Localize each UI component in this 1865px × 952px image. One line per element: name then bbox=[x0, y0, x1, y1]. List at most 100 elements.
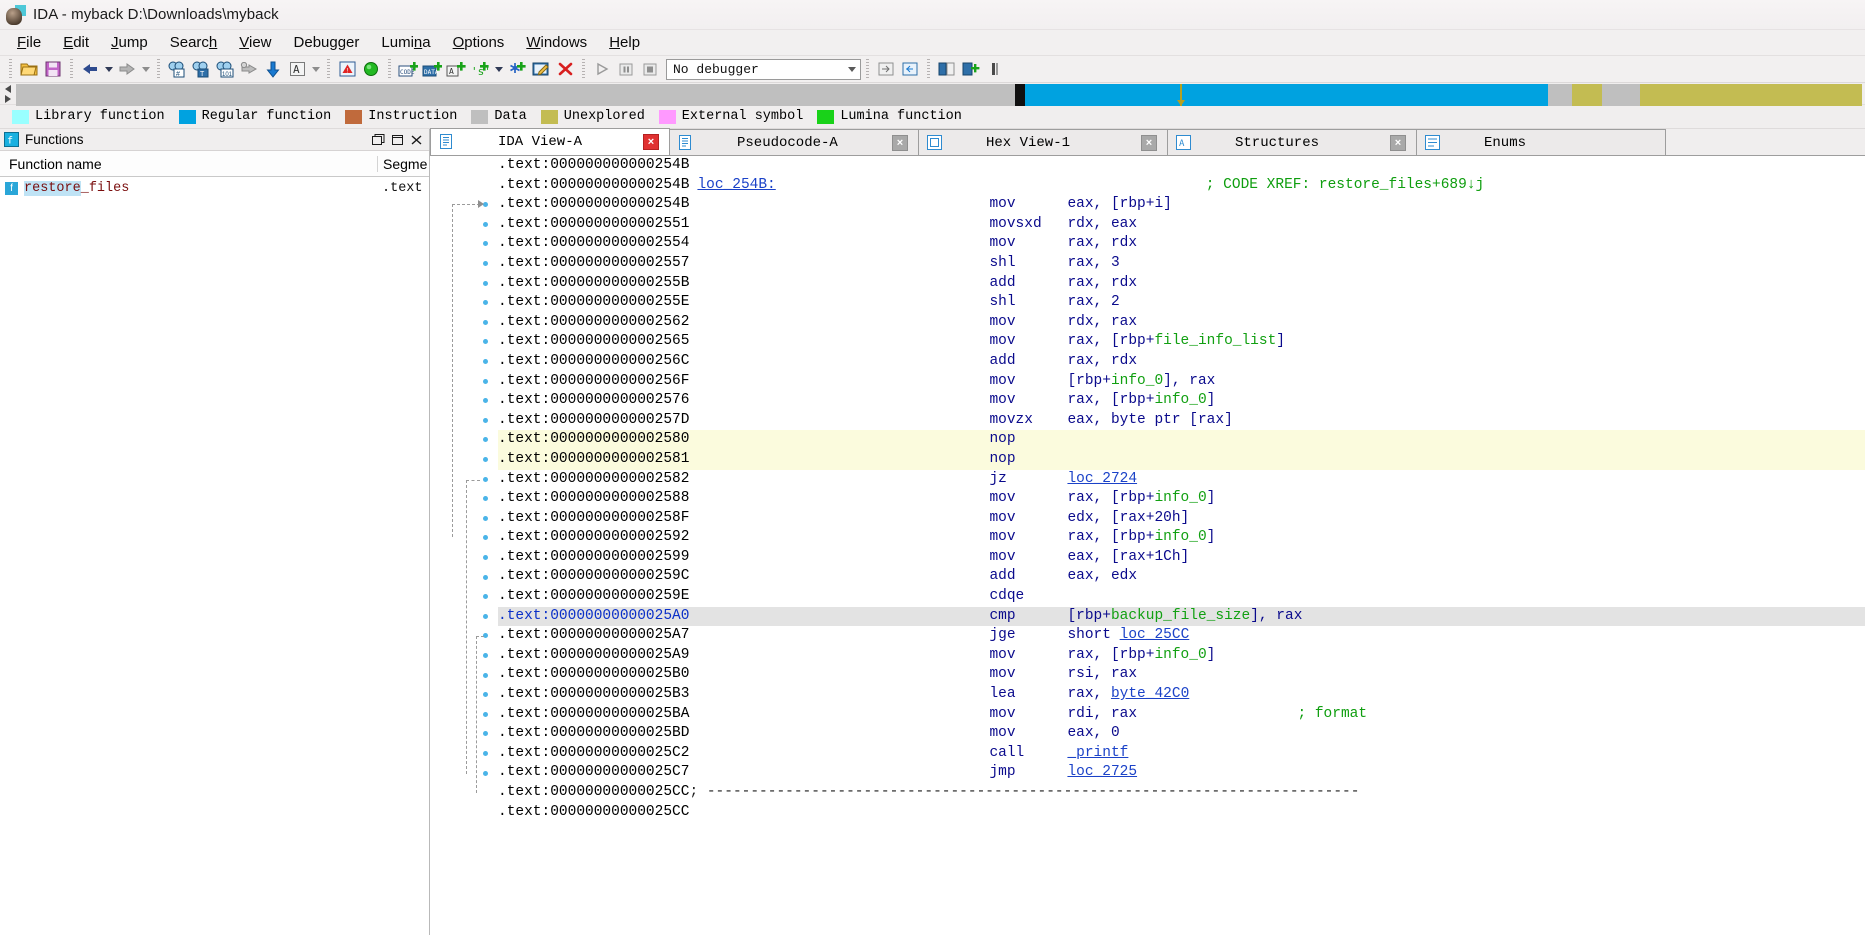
operands[interactable]: edx, [rax+20h] bbox=[1067, 509, 1189, 529]
open-subviews-icon[interactable] bbox=[936, 59, 958, 80]
navband-arrows[interactable] bbox=[0, 83, 16, 104]
navband-segment-7[interactable] bbox=[1601, 84, 1641, 106]
operands[interactable]: rdx, rax bbox=[1067, 313, 1137, 333]
operands[interactable]: eax, edx bbox=[1067, 567, 1137, 587]
navband-strip[interactable] bbox=[16, 84, 1863, 106]
disassembly-line[interactable]: .text:000000000000256C add rax, rdx bbox=[498, 352, 1865, 372]
navband-segment-0[interactable] bbox=[16, 84, 593, 106]
operands[interactable]: rax, [rbp+info_0] bbox=[1067, 489, 1215, 509]
mark-position-icon[interactable] bbox=[984, 59, 1006, 80]
operands[interactable]: _printf bbox=[1067, 744, 1128, 764]
disassembly-lines[interactable]: .text:000000000000254B .text:000000000000… bbox=[498, 156, 1865, 935]
debugger-run-icon[interactable] bbox=[591, 59, 613, 80]
tab-structures[interactable]: A Structures × bbox=[1167, 129, 1417, 155]
make-array-icon[interactable]: A bbox=[445, 59, 467, 80]
disassembly-view[interactable]: .text:000000000000254B .text:000000000000… bbox=[430, 156, 1865, 935]
functions-table-header[interactable]: Function name Segme bbox=[0, 151, 429, 177]
code-reference-link[interactable]: loc_2725 bbox=[1067, 764, 1137, 780]
disassembly-line[interactable]: .text:0000000000002565 mov rax, [rbp+file_… bbox=[498, 332, 1865, 352]
operands[interactable]: rax, [rbp+info_0] bbox=[1067, 646, 1215, 666]
operands[interactable]: eax, 0 bbox=[1067, 724, 1119, 744]
disassembly-line[interactable]: .text:0000000000002592 mov rax, [rbp+info_… bbox=[498, 528, 1865, 548]
operands[interactable]: eax, [rbp+i] bbox=[1067, 195, 1171, 215]
disassembly-line[interactable]: .text:000000000000257D movzx eax, byte ptr… bbox=[498, 411, 1865, 431]
menu-windows[interactable]: Windows bbox=[515, 32, 598, 53]
operands[interactable]: rax, [rbp+file_info_list] bbox=[1067, 332, 1285, 352]
disassembly-line[interactable]: .text:00000000000025BD mov eax, 0 bbox=[498, 724, 1865, 744]
debugger-pause-icon[interactable] bbox=[615, 59, 637, 80]
disassembly-line[interactable]: .text:0000000000002580 nop bbox=[498, 430, 1865, 450]
edit-function-icon[interactable] bbox=[530, 59, 552, 80]
menu-help[interactable]: Help bbox=[598, 32, 651, 53]
operands[interactable]: rax, [rbp+info_0] bbox=[1067, 528, 1215, 548]
disassembly-line[interactable]: .text:000000000000254B mov eax, [rbp+i] bbox=[498, 195, 1865, 215]
column-header-segment[interactable]: Segme bbox=[377, 155, 429, 172]
jump-back-dropdown-icon[interactable] bbox=[102, 59, 115, 80]
menu-file[interactable]: File bbox=[6, 32, 52, 53]
tab-pseudocode-a[interactable]: Pseudocode-A × bbox=[669, 129, 919, 155]
operands[interactable]: short loc_25CC bbox=[1067, 626, 1189, 646]
disassembly-line[interactable]: .text:00000000000025C7 jmp loc_2725 bbox=[498, 763, 1865, 783]
navband-segment-6[interactable] bbox=[1572, 84, 1602, 106]
disassembly-line[interactable]: .text:000000000000259C add eax, edx bbox=[498, 567, 1865, 587]
disassembly-line[interactable]: .text:00000000000025CC ; ---------------… bbox=[498, 783, 1865, 803]
search-sequence-icon[interactable]: 101 bbox=[214, 59, 236, 80]
code-label[interactable]: loc_254B: bbox=[697, 176, 775, 196]
operands[interactable]: rdx, eax bbox=[1067, 215, 1137, 235]
code-reference-link[interactable]: loc_25CC bbox=[1120, 627, 1190, 643]
disassembly-line[interactable]: .text:000000000000254B loc_254B: ; CODE XR… bbox=[498, 176, 1865, 196]
disassembly-line[interactable]: .text:0000000000002582 jz loc_2724 bbox=[498, 470, 1865, 490]
operands[interactable]: rax, rdx bbox=[1067, 352, 1137, 372]
disassembly-line[interactable]: .text:000000000000259E cdqe bbox=[498, 587, 1865, 607]
tab-close-icon[interactable]: × bbox=[1390, 134, 1406, 151]
navband-left-arrow-icon[interactable] bbox=[5, 84, 11, 93]
code-reference-link[interactable]: loc_2724 bbox=[1067, 471, 1137, 487]
disassembly-line[interactable]: .text:00000000000025CC bbox=[498, 803, 1865, 823]
make-string-icon[interactable]: 's' bbox=[469, 59, 491, 80]
detach-process-icon[interactable] bbox=[875, 59, 897, 80]
operands[interactable]: rax, rdx bbox=[1067, 234, 1137, 254]
tab-close-icon[interactable]: × bbox=[1141, 134, 1157, 151]
menu-search[interactable]: Search bbox=[159, 32, 229, 53]
menu-debugger[interactable]: Debugger bbox=[283, 32, 371, 53]
navigation-band[interactable] bbox=[0, 83, 1865, 106]
disassembly-line[interactable]: .text:000000000000255E shl rax, 2 bbox=[498, 293, 1865, 313]
make-string-dropdown-icon[interactable] bbox=[492, 59, 505, 80]
disassembly-line[interactable]: .text:0000000000002599 mov eax, [rax+1Ch] bbox=[498, 548, 1865, 568]
disassembly-line[interactable]: .text:00000000000025B0 mov rsi, rax bbox=[498, 665, 1865, 685]
navband-segment-5[interactable] bbox=[1548, 84, 1573, 106]
jump-forward-icon[interactable] bbox=[116, 59, 138, 80]
close-icon[interactable] bbox=[407, 131, 426, 149]
navband-segment-1[interactable] bbox=[592, 84, 1016, 106]
disassembly-line[interactable]: .text:00000000000025B3 lea rax, byte_42C0 bbox=[498, 685, 1865, 705]
disassembly-line[interactable]: .text:0000000000002557 shl rax, 3 bbox=[498, 254, 1865, 274]
tab-hex-view-1[interactable]: Hex View-1 × bbox=[918, 129, 1168, 155]
disassembly-line[interactable]: .text:0000000000002554 mov rax, rdx bbox=[498, 234, 1865, 254]
operands[interactable]: rax, 2 bbox=[1067, 293, 1119, 313]
column-header-function-name[interactable]: Function name bbox=[0, 156, 377, 172]
jump-xref-icon[interactable] bbox=[238, 59, 260, 80]
operands[interactable]: eax, [rax+1Ch] bbox=[1067, 548, 1189, 568]
open-file-icon[interactable] bbox=[18, 59, 40, 80]
disassembly-line[interactable]: .text:00000000000025A0 cmp [rbp+backup_fil… bbox=[498, 606, 1865, 627]
jump-forward-dropdown-icon[interactable] bbox=[139, 59, 152, 80]
operands[interactable]: loc_2724 bbox=[1067, 470, 1137, 490]
jump-to-address-icon[interactable] bbox=[262, 59, 284, 80]
navband-segment-8[interactable] bbox=[1640, 84, 1862, 106]
menu-options[interactable]: Options bbox=[442, 32, 516, 53]
debugger-stop-icon[interactable] bbox=[639, 59, 661, 80]
disassembly-line[interactable]: .text:0000000000002581 nop bbox=[498, 449, 1865, 470]
disassembly-line[interactable]: .text:0000000000002562 mov rdx, rax bbox=[498, 313, 1865, 333]
operands[interactable]: rdi, rax bbox=[1067, 705, 1137, 725]
navband-right-arrow-icon[interactable] bbox=[5, 94, 11, 103]
jump-back-icon[interactable] bbox=[79, 59, 101, 80]
operands[interactable]: loc_2725 bbox=[1067, 763, 1137, 783]
debugger-select[interactable]: No debugger bbox=[666, 58, 861, 80]
disassembly-line[interactable]: .text:000000000000256F mov [rbp+info_0], r… bbox=[498, 372, 1865, 392]
restore-icon[interactable] bbox=[369, 131, 388, 149]
disassembly-line[interactable]: .text:00000000000025A7 jge short loc_25CC bbox=[498, 626, 1865, 646]
function-name-cell[interactable]: f restore_files bbox=[0, 180, 377, 196]
disassembly-line[interactable]: .text:0000000000002588 mov rax, [rbp+info_… bbox=[498, 489, 1865, 509]
disassembly-line[interactable]: .text:0000000000002551 movsxd rdx, eax bbox=[498, 215, 1865, 235]
maximize-icon[interactable] bbox=[388, 131, 407, 149]
